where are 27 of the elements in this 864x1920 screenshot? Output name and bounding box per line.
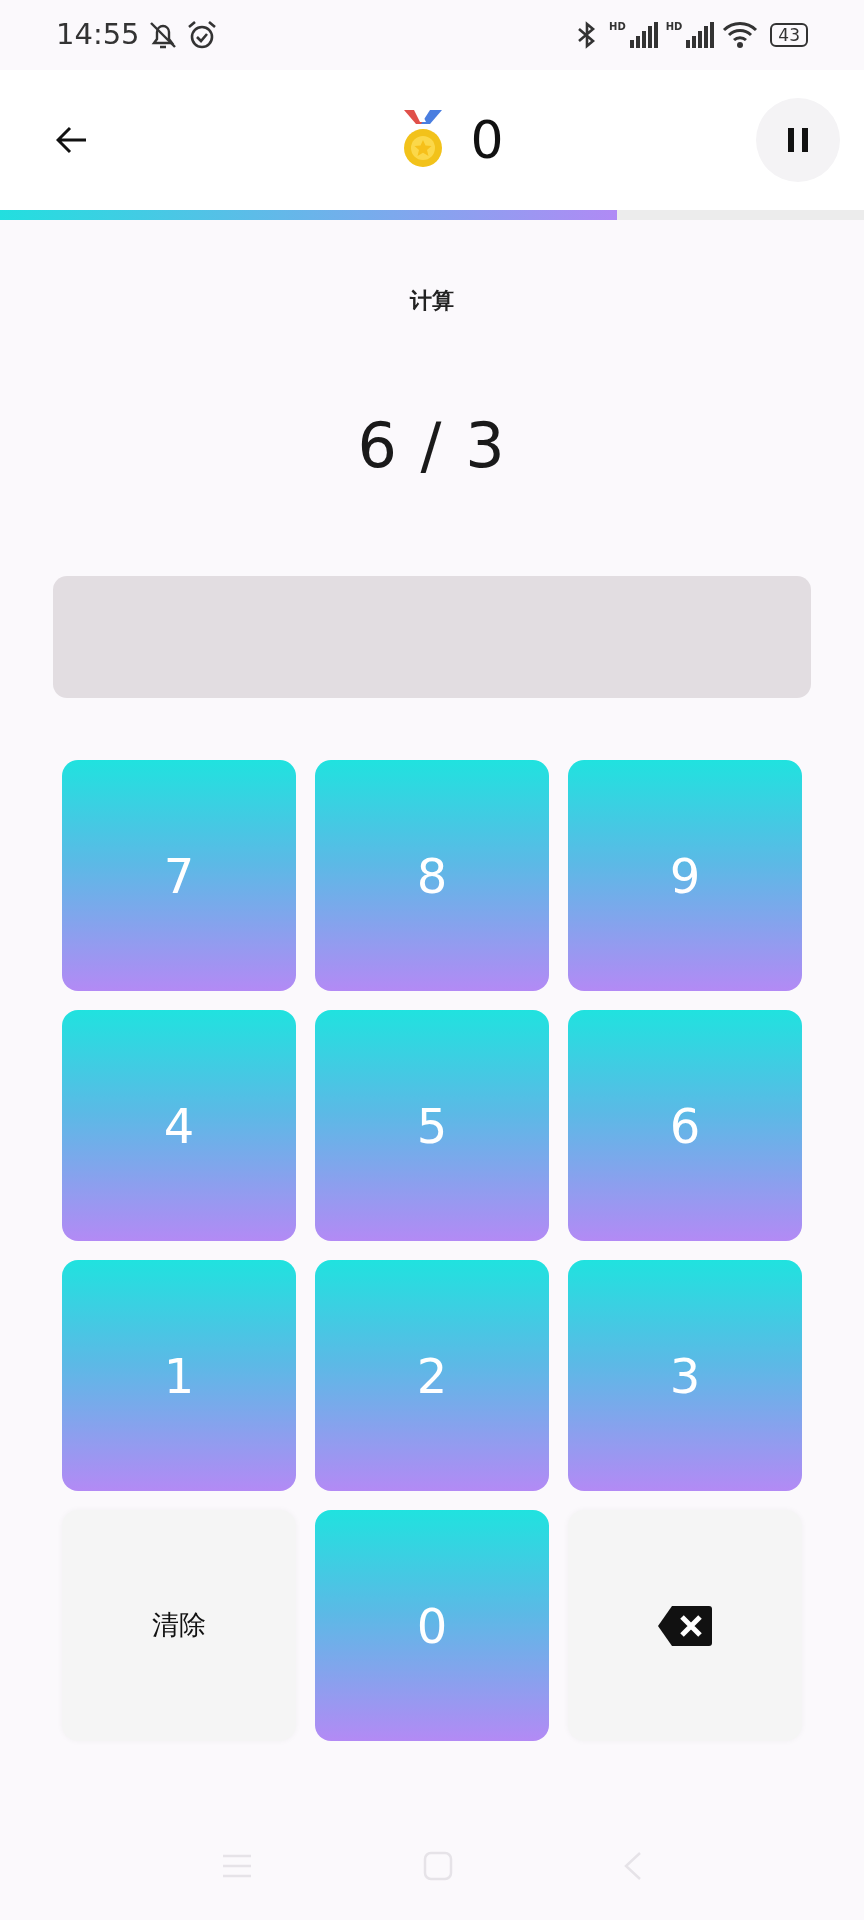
backspace-key[interactable] — [568, 1510, 802, 1741]
digit-key[interactable]: 2 — [315, 1260, 549, 1491]
battery-level: 43 — [770, 23, 808, 47]
digit-key[interactable]: 3 — [568, 1260, 802, 1491]
network-label: HD — [665, 22, 683, 32]
clear-key[interactable]: 清除 — [62, 1510, 296, 1741]
digit-key[interactable]: 4 — [62, 1010, 296, 1241]
digit-key[interactable]: 6 — [568, 1010, 802, 1241]
backspace-icon — [658, 1605, 712, 1646]
bell-off-icon — [147, 19, 178, 51]
digit-key[interactable]: 5 — [315, 1010, 549, 1241]
question-text: 6 / 3 — [357, 408, 507, 484]
pause-icon — [787, 127, 809, 153]
wifi-icon — [722, 21, 759, 49]
answer-field[interactable] — [53, 576, 811, 698]
digit-key[interactable]: 0 — [315, 1510, 549, 1741]
digit-key[interactable]: 1 — [62, 1260, 296, 1491]
status-time: 14:55 — [56, 16, 140, 54]
digit-key[interactable]: 9 — [568, 760, 802, 991]
score-count: 0 — [470, 109, 504, 172]
signal-icon — [629, 22, 658, 48]
digit-key[interactable]: 7 — [62, 760, 296, 991]
task-title: 计算 — [410, 287, 454, 315]
signal-icon — [686, 22, 715, 48]
digit-key[interactable]: 8 — [315, 760, 549, 991]
network-label: HD — [609, 22, 626, 32]
back-arrow-icon[interactable] — [56, 126, 88, 154]
